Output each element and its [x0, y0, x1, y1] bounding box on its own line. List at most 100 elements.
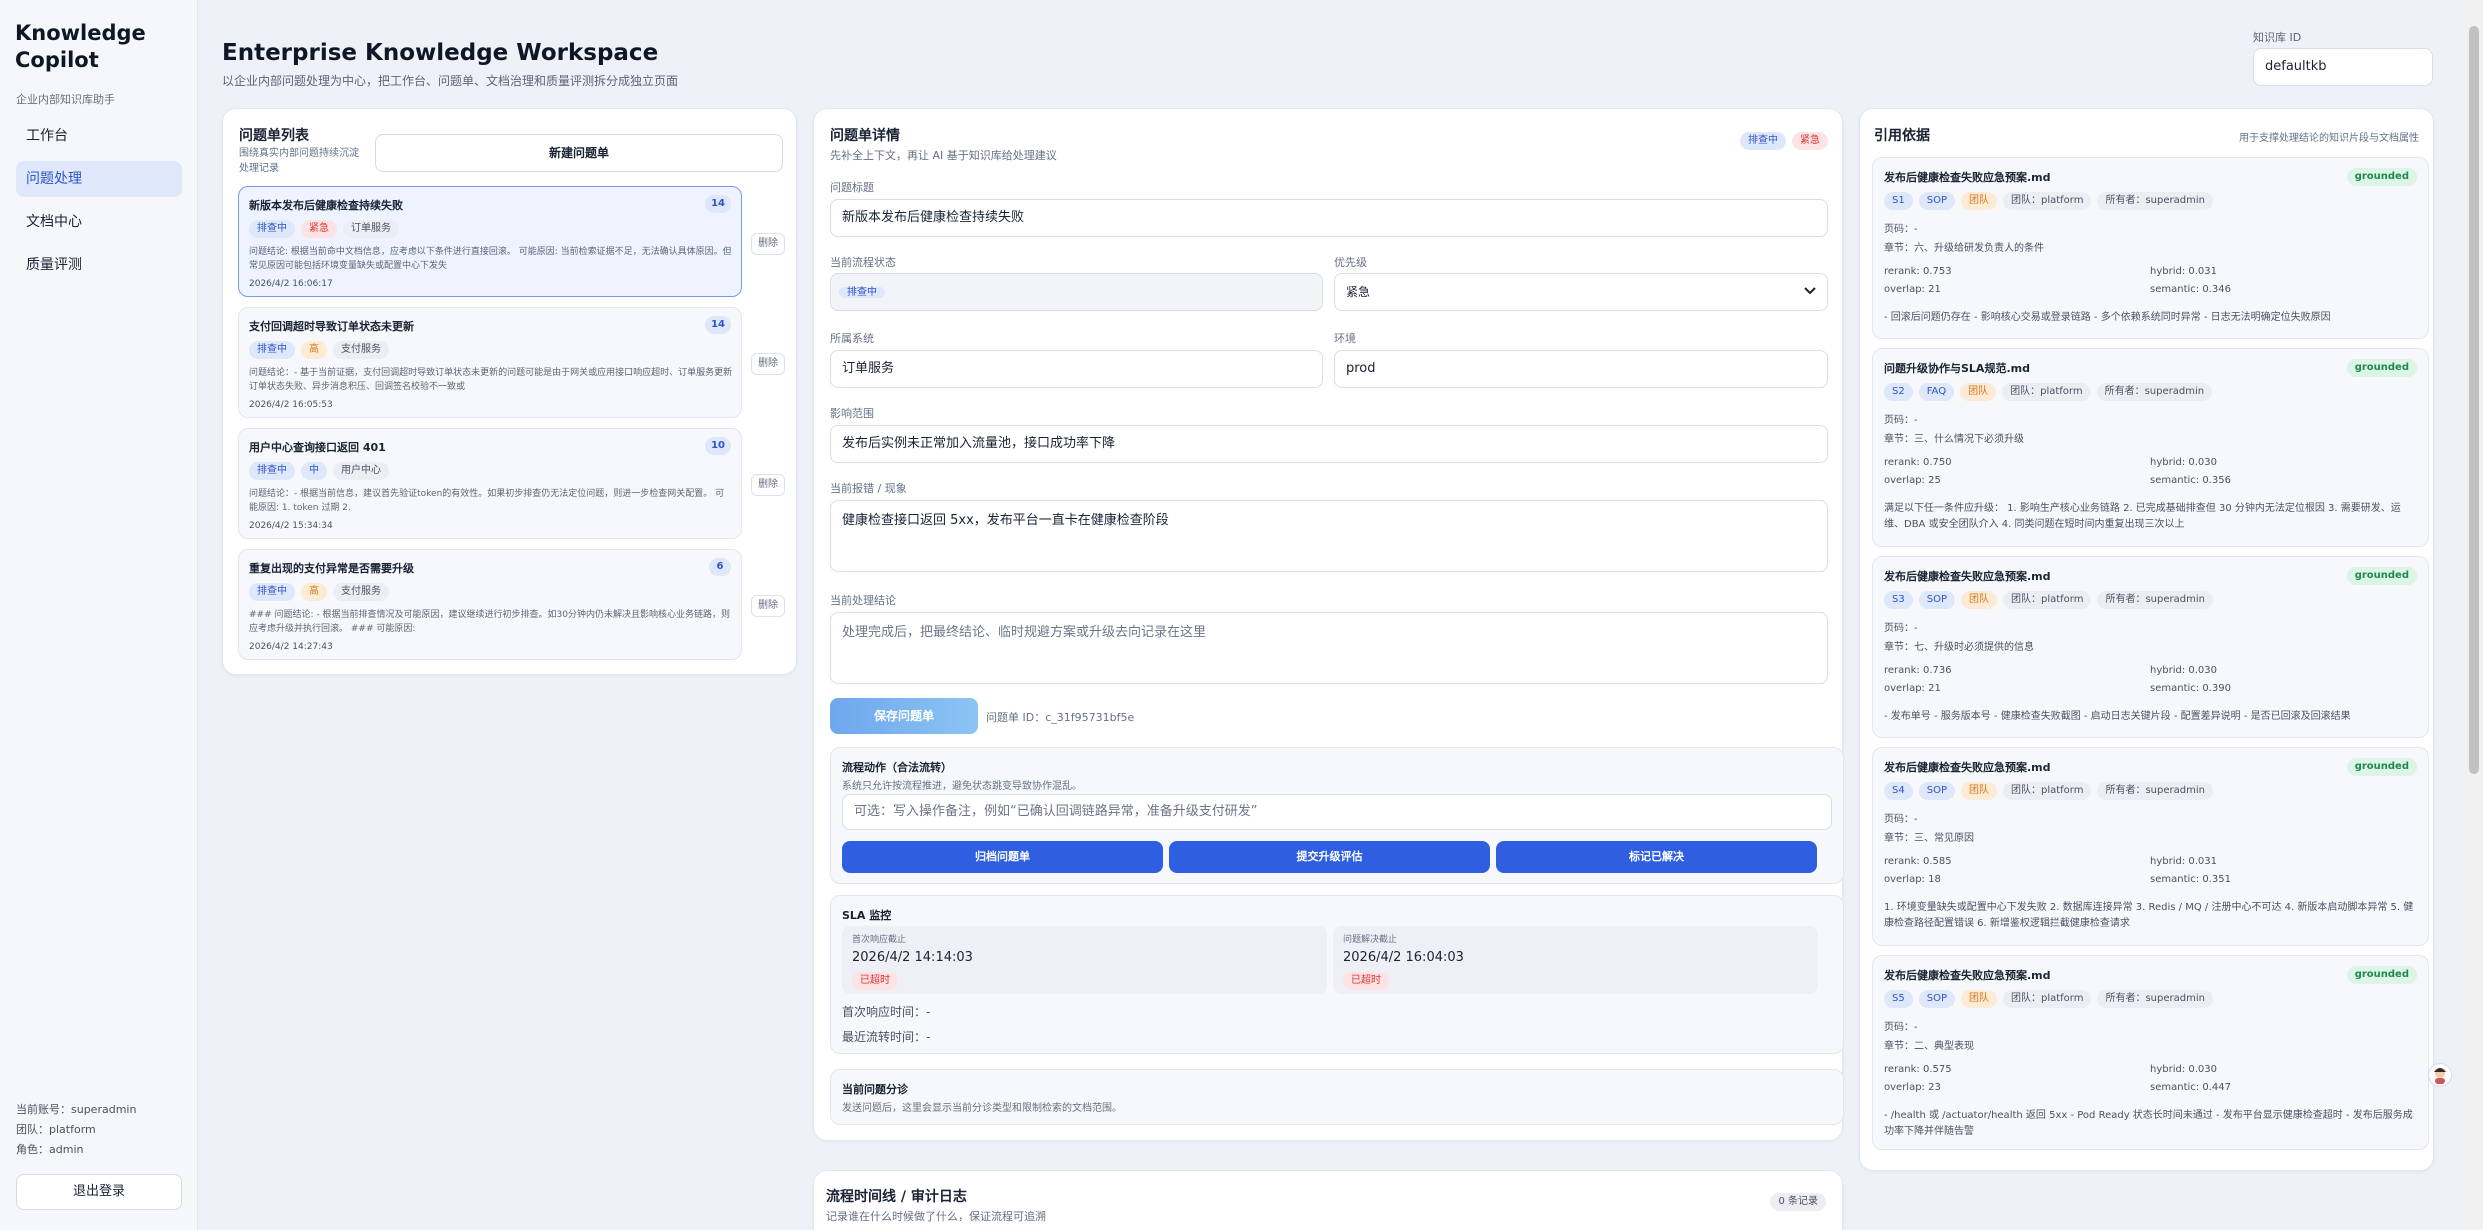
operation-note-input[interactable]: 可选：写入操作备注，例如“已确认回调链路异常，准备升级支付研发” — [842, 794, 1832, 830]
citations-title: 引用依据 — [1874, 128, 1930, 144]
status-value-tag: 排查中 — [839, 287, 885, 298]
grounded-badge: grounded — [2346, 567, 2417, 585]
citation-card[interactable]: 问题升级协作与SLA规范.md grounded S2 FAQ 团队 团队：platf… — [1872, 348, 2429, 547]
nav-item-evaluation[interactable]: 质量评测 — [16, 247, 182, 283]
citation-section: 章节：三、什么情况下必须升级 — [1884, 434, 2024, 445]
hybrid-score: hybrid: 0.031 — [2150, 856, 2218, 867]
ticket-card[interactable]: 新版本发布后健康检查持续失败 14 排查中 紧急 订单服务 问题结论: 根据当前… — [238, 186, 742, 297]
kb-id-input[interactable]: defaultkb — [2253, 48, 2433, 86]
ticket-summary: 问题结论: 根据当前命中文档信息，应考虑以下条件进行直接回滚。 可能原因: 当前… — [249, 247, 732, 271]
system-field[interactable]: 订单服务 — [830, 350, 1323, 388]
overlap-score: overlap: 25 — [1884, 475, 1941, 486]
ticket-count-badge: 10 — [705, 437, 731, 455]
symptom-textarea[interactable]: 健康检查接口返回 5xx，发布平台一直卡在健康检查阶段 — [830, 500, 1828, 572]
conclusion-textarea[interactable]: 处理完成后，把最终结论、临时规避方案或升级去向记录在这里 — [830, 612, 1828, 684]
citation-tag: S5 — [1884, 990, 1913, 1008]
save-ticket-button[interactable]: 保存问题单 — [830, 698, 978, 734]
account-team: 团队：platform — [16, 1123, 96, 1136]
citation-file-name: 问题升级协作与SLA规范.md — [1884, 362, 2030, 375]
overlap-score: overlap: 21 — [1884, 284, 1941, 295]
ticket-list-title: 问题单列表 — [239, 128, 309, 144]
citation-snippet: 1. 环境变量缺失或配置中心下发失败 2. 数据库连接异常 3. Redis /… — [1884, 902, 2414, 929]
env-field[interactable]: prod — [1334, 350, 1828, 388]
ticket-timestamp: 2026/4/2 16:05:53 — [249, 400, 333, 410]
citation-card[interactable]: 发布后健康检查失败应急预案.md grounded S4 SOP 团队 团队：plat… — [1872, 747, 2429, 946]
citation-tag: 团队：platform — [2002, 990, 2092, 1008]
detail-subtitle: 先补全上下文，再让 AI 基于知识库给处理建议 — [830, 149, 1057, 162]
citation-file-name: 发布后健康检查失败应急预案.md — [1884, 761, 2051, 774]
account-info: 当前账号：superadmin 团队：platform 角色：admin — [16, 1100, 136, 1160]
system-field-label: 所属系统 — [830, 332, 874, 345]
ticket-list-description: 围绕真实内部问题持续沉淀处理记录 — [239, 148, 359, 174]
overlap-score: overlap: 21 — [1884, 683, 1941, 694]
citation-page: 页码：- — [1884, 224, 1918, 235]
sidebar: Knowledge Copilot 企业内部知识库助手 工作台 问题处理 文档中… — [0, 0, 198, 1230]
semantic-score: semantic: 0.356 — [2150, 475, 2231, 486]
citation-card[interactable]: 发布后健康检查失败应急预案.md grounded S5 SOP 团队 团队：plat… — [1872, 955, 2429, 1150]
workflow-actions-box: 流程动作（合法流转） 系统只允许按流程推进，避免状态跳变导致协作混乱。 可选：写… — [830, 747, 1844, 884]
ticket-timestamp: 2026/4/2 14:27:43 — [249, 642, 333, 652]
citations-panel: 引用依据 用于支撑处理结论的知识片段与文档属性 发布后健康检查失败应急预案.md… — [1859, 108, 2434, 1171]
status-field: 排查中 — [830, 273, 1323, 311]
mark-resolved-button[interactable]: 标记已解决 — [1496, 841, 1817, 873]
citation-card[interactable]: 发布后健康检查失败应急预案.md grounded S1 SOP 团队 团队：plat… — [1872, 157, 2429, 339]
ticket-card[interactable]: 支付回调超时导致订单状态未更新 14 排查中 高 支付服务 问题结论：- 基于当… — [238, 307, 742, 418]
status-tag: 排查中 — [249, 462, 295, 480]
conclusion-field-label: 当前处理结论 — [830, 594, 896, 607]
semantic-score: semantic: 0.447 — [2150, 1082, 2231, 1093]
timeline-description: 记录谁在什么时候做了什么，保证流程可追溯 — [826, 1210, 1046, 1223]
first-response-label: 首次响应截止 — [852, 935, 907, 945]
ticket-card[interactable]: 用户中心查询接口返回 401 10 排查中 中 用户中心 问题结论：- 根据当前… — [238, 428, 742, 539]
priority-select[interactable]: 紧急 — [1334, 273, 1828, 311]
delete-ticket-button[interactable]: 删除 — [751, 595, 785, 617]
ticket-count-badge: 14 — [705, 195, 731, 213]
nav-item-tickets[interactable]: 问题处理 — [16, 161, 182, 197]
resolve-deadline-card: 问题解决截止 2026/4/2 16:04:03 已超时 — [1333, 926, 1818, 994]
ticket-title: 支付回调超时导致订单状态未更新 — [249, 320, 414, 333]
system-tag: 支付服务 — [333, 341, 389, 359]
logout-button[interactable]: 退出登录 — [16, 1174, 182, 1210]
workflow-description: 系统只允许按流程推进，避免状态跳变导致协作混乱。 — [842, 781, 1082, 792]
delete-ticket-button[interactable]: 删除 — [751, 353, 785, 375]
nav-item-workbench[interactable]: 工作台 — [16, 118, 182, 154]
citation-tag: 所有者：superadmin — [2097, 591, 2213, 609]
archive-ticket-button[interactable]: 归档问题单 — [842, 841, 1163, 873]
ticket-summary: ### 问题结论: - 根据当前排查情况及可能原因，建议继续进行初步排查。如30… — [249, 610, 730, 634]
delete-ticket-button[interactable]: 删除 — [751, 474, 785, 496]
first-response-deadline-card: 首次响应截止 2026/4/2 14:14:03 已超时 — [842, 926, 1327, 994]
nav-item-documents[interactable]: 文档中心 — [16, 204, 182, 240]
ticket-list-panel: 问题单列表 围绕真实内部问题持续沉淀处理记录 新建问题单 新版本发布后健康检查持… — [222, 108, 797, 675]
new-ticket-button[interactable]: 新建问题单 — [375, 134, 783, 172]
citation-tag: 团队 — [1960, 782, 1997, 800]
citation-page: 页码：- — [1884, 623, 1918, 634]
hybrid-score: hybrid: 0.030 — [2150, 1064, 2218, 1075]
impact-field[interactable]: 发布后实例未正常加入流量池，接口成功率下降 — [830, 425, 1828, 463]
sla-title: SLA 监控 — [842, 909, 892, 922]
overdue-badge: 已超时 — [1343, 972, 1389, 990]
semantic-score: semantic: 0.346 — [2150, 284, 2231, 295]
first-response-time: 首次响应时间：- — [842, 1005, 931, 1019]
submit-escalation-button[interactable]: 提交升级评估 — [1169, 841, 1490, 873]
assistant-avatar-icon[interactable] — [2428, 1063, 2452, 1087]
title-field-label: 问题标题 — [830, 181, 874, 194]
ticket-detail-panel: 问题单详情 先补全上下文，再让 AI 基于知识库给处理建议 排查中 紧急 问题标… — [813, 108, 1844, 1141]
citation-card[interactable]: 发布后健康检查失败应急预案.md grounded S3 SOP 团队 团队：plat… — [1872, 556, 2429, 738]
hybrid-score: hybrid: 0.030 — [2150, 665, 2218, 676]
ticket-timestamp: 2026/4/2 15:34:34 — [249, 521, 333, 531]
page-scrollbar-thumb[interactable] — [2469, 26, 2479, 774]
priority-tag: 中 — [301, 462, 327, 480]
ticket-card[interactable]: 重复出现的支付异常是否需要升级 6 排查中 高 支付服务 ### 问题结论: -… — [238, 549, 742, 660]
rerank-score: rerank: 0.736 — [1884, 665, 1952, 676]
user-face-icon — [2434, 1068, 2446, 1084]
citation-tag: 所有者：superadmin — [2097, 990, 2213, 1008]
ticket-count-badge: 14 — [705, 316, 731, 334]
title-field[interactable]: 新版本发布后健康检查持续失败 — [830, 199, 1828, 237]
citation-tag: 团队：platform — [2002, 192, 2092, 210]
resolve-deadline-label: 问题解决截止 — [1343, 935, 1398, 945]
delete-ticket-button[interactable]: 删除 — [751, 233, 785, 255]
chevron-down-icon — [1804, 287, 1816, 295]
rerank-score: rerank: 0.753 — [1884, 266, 1952, 277]
citation-tag: 团队 — [1960, 192, 1997, 210]
kb-id-label: 知识库 ID — [2253, 31, 2302, 44]
grounded-badge: grounded — [2346, 359, 2417, 377]
